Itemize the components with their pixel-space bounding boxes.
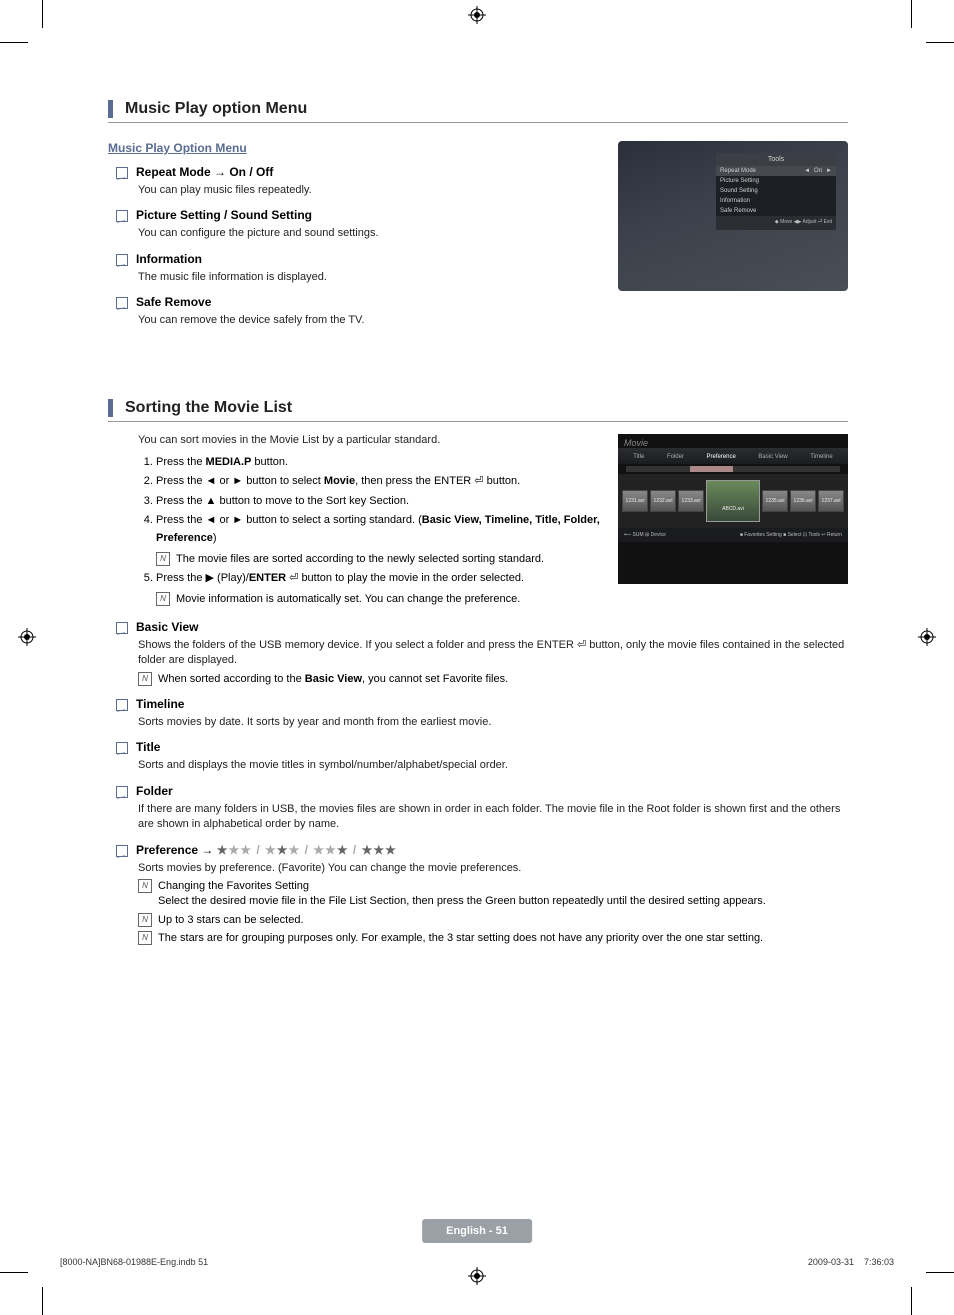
bullet-icon: [116, 845, 128, 857]
section-title: Music Play option Menu: [125, 100, 307, 122]
note-text: The stars are for grouping purposes only…: [158, 931, 763, 946]
movie-thumb: 1231.avi: [622, 490, 648, 512]
bullet-icon: [116, 699, 128, 711]
tools-row: Information: [716, 196, 836, 206]
item-picture-sound: Picture Setting / Sound Setting: [116, 208, 606, 222]
movie-screenshot: Movie Title Folder Preference Basic View…: [618, 434, 848, 584]
movie-thumb-selected: ABCD.avi: [706, 480, 760, 522]
note-icon: N: [138, 931, 152, 945]
tools-panel: Tools Repeat Mode ◄ On ► Picture Setting…: [716, 153, 836, 230]
note-icon: N: [138, 672, 152, 686]
bullet-icon: [116, 742, 128, 754]
movie-thumb: 1235.avi: [762, 490, 788, 512]
section-header-sorting: Sorting the Movie List: [108, 399, 848, 422]
item-preference: Preference → ★★★ / ★★★ / ★★★ / ★★★: [116, 843, 848, 857]
item-repeat-mode: Repeat Mode → On / Off: [116, 165, 606, 179]
note-row: N Up to 3 stars can be selected.: [138, 913, 848, 928]
item-title-sort: Title: [116, 740, 848, 754]
page-number-badge: English - 51: [422, 1219, 532, 1243]
note-text: Changing the Favorites Setting Select th…: [158, 879, 766, 910]
registration-mark-bottom: [468, 1267, 486, 1285]
tools-row: Safe Remove: [716, 206, 836, 216]
registration-mark-left: [18, 628, 36, 646]
item-folder: Folder: [116, 784, 848, 798]
item-timeline: Timeline: [116, 697, 848, 711]
note-text: When sorted according to the Basic View,…: [158, 672, 508, 687]
tools-screenshot: Tools Repeat Mode ◄ On ► Picture Setting…: [618, 141, 848, 291]
note-icon: N: [156, 552, 170, 566]
item-body: Sorts and displays the movie titles in s…: [138, 758, 848, 773]
note-icon: N: [138, 879, 152, 893]
item-body: If there are many folders in USB, the mo…: [138, 802, 848, 833]
movie-thumb: 1237.avi: [818, 490, 844, 512]
tools-footer: ◆ Move ◀▶ Adjust ⮐ Exit: [716, 216, 836, 230]
note-icon: N: [138, 913, 152, 927]
bullet-icon: [116, 786, 128, 798]
tools-row: Sound Setting: [716, 186, 836, 196]
note-text: The movie files are sorted according to …: [176, 552, 544, 567]
item-body: Shows the folders of the USB memory devi…: [138, 638, 848, 669]
movie-footer: ⟵ SUM ⊞ Device ■ Favorites Setting ■ Sel…: [618, 528, 848, 542]
note-text: Movie information is automatically set. …: [176, 592, 520, 607]
bullet-icon: [116, 254, 128, 266]
item-information: Information: [116, 252, 606, 266]
tools-row: Picture Setting: [716, 176, 836, 186]
registration-mark-top: [468, 6, 486, 24]
note-text: Up to 3 stars can be selected.: [158, 913, 304, 928]
section-title: Sorting the Movie List: [125, 399, 292, 421]
footer-filename: [8000-NA]BN68-01988E-Eng.indb 51: [60, 1257, 208, 1267]
note-row: N Changing the Favorites Setting Select …: [138, 879, 848, 910]
item-body: Sorts movies by date. It sorts by year a…: [138, 715, 848, 730]
movie-thumb: 1232.avi: [650, 490, 676, 512]
note-row: N The stars are for grouping purposes on…: [138, 931, 848, 946]
movie-tabs: Title Folder Preference Basic View Timel…: [618, 448, 848, 464]
note-icon: N: [156, 592, 170, 606]
movie-thumb: 1233.avi: [678, 490, 704, 512]
tools-row-repeat: Repeat Mode ◄ On ►: [716, 166, 836, 176]
movie-strip: 1231.avi 1232.avi 1233.avi ABCD.avi 1235…: [618, 474, 848, 528]
stars-icon: ★★★ / ★★★ / ★★★ / ★★★: [217, 843, 397, 857]
bullet-icon: [116, 622, 128, 634]
item-safe-remove: Safe Remove: [116, 295, 848, 309]
bullet-icon: [116, 210, 128, 222]
registration-mark-right: [918, 628, 936, 646]
movie-thumb: 1236.avi: [790, 490, 816, 512]
section-header-music: Music Play option Menu: [108, 100, 848, 123]
item-body: You can remove the device safely from th…: [138, 313, 848, 328]
item-body: Sorts movies by preference. (Favorite) Y…: [138, 861, 848, 876]
tools-header: Tools: [716, 153, 836, 166]
note-row: N When sorted according to the Basic Vie…: [138, 672, 848, 687]
bullet-icon: [116, 167, 128, 179]
footer-timestamp: 2009-03-31 7:36:03: [808, 1257, 894, 1267]
item-basic-view: Basic View: [116, 620, 848, 634]
bullet-icon: [116, 297, 128, 309]
